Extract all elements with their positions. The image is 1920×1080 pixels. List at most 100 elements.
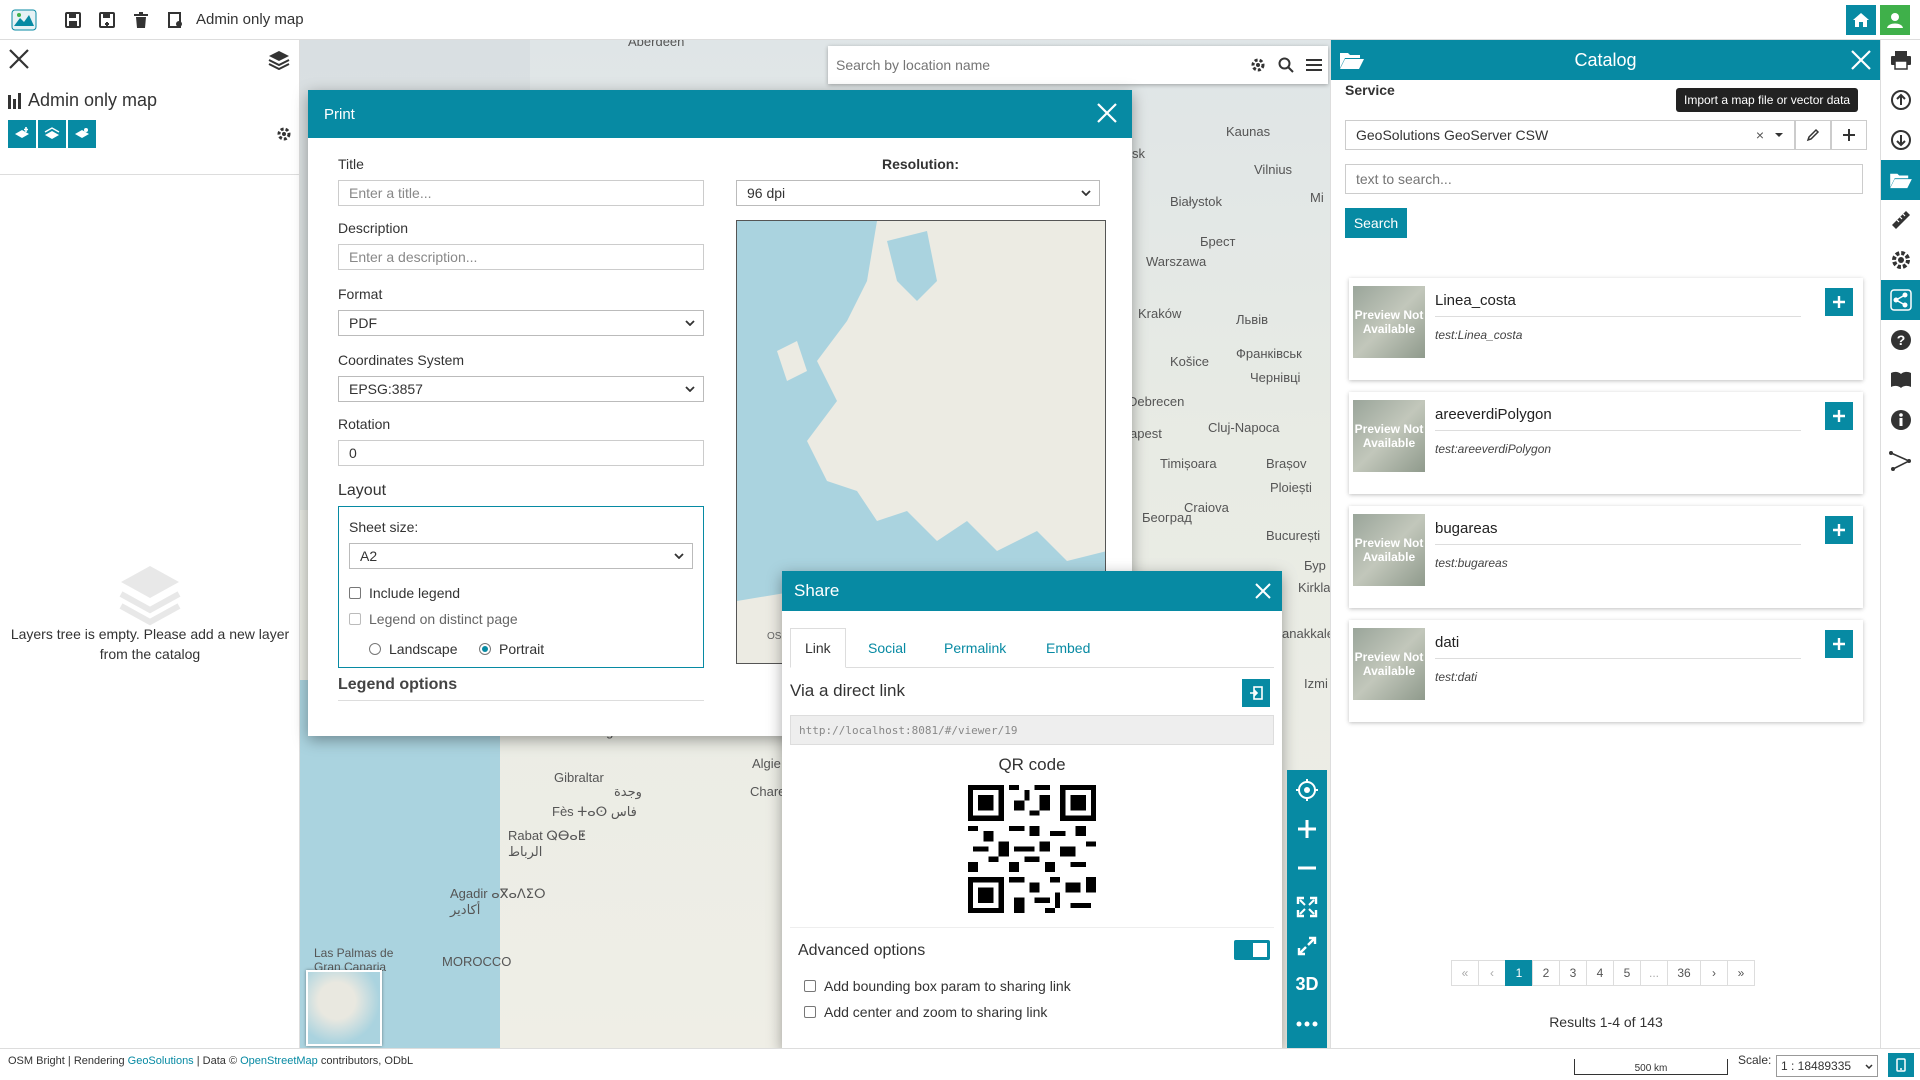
pagination-last[interactable]: » xyxy=(1727,960,1755,986)
pagination-next[interactable]: › xyxy=(1700,960,1728,986)
title-field[interactable]: Enter a title... xyxy=(338,180,704,206)
gear-icon[interactable] xyxy=(1250,57,1266,73)
settings-icon[interactable] xyxy=(1881,240,1920,280)
map-label: Izmi xyxy=(1304,676,1328,691)
add-layer-button[interactable] xyxy=(1825,516,1853,544)
tab-permalink[interactable]: Permalink xyxy=(930,628,1020,668)
include-legend-checkbox[interactable] xyxy=(349,587,361,599)
catalog-icon[interactable] xyxy=(1881,160,1920,200)
legend-distinct-checkbox[interactable] xyxy=(349,613,361,625)
pagination-page[interactable]: 4 xyxy=(1586,960,1614,986)
measure-icon[interactable] xyxy=(1881,200,1920,240)
clear-icon[interactable]: × xyxy=(1756,127,1764,143)
close-icon[interactable] xyxy=(1850,49,1872,71)
search-icon[interactable] xyxy=(1278,57,1294,73)
top-bar: Admin only map xyxy=(0,0,1920,40)
include-legend-label: Include legend xyxy=(369,585,461,601)
rotation-field[interactable]: 0 xyxy=(338,440,704,466)
more-icon[interactable] xyxy=(1287,1004,1327,1043)
description-field[interactable]: Enter a description... xyxy=(338,244,704,270)
pagination-page[interactable]: 1 xyxy=(1505,960,1533,986)
print-icon[interactable] xyxy=(1881,40,1920,80)
settings-icon[interactable] xyxy=(276,126,292,142)
pagination-page[interactable]: 2 xyxy=(1532,960,1560,986)
chevron-down-icon xyxy=(685,386,695,392)
scale-select[interactable]: 1 : 18489335 xyxy=(1776,1055,1878,1077)
zoom-out-icon[interactable] xyxy=(1287,848,1327,887)
add-layer-button[interactable] xyxy=(8,120,36,148)
pagination-page[interactable]: 5 xyxy=(1613,960,1641,986)
delete-map-icon[interactable] xyxy=(124,3,158,37)
results-count: Results 1-4 of 143 xyxy=(1549,1014,1663,1030)
fullscreen-icon[interactable] xyxy=(1287,926,1327,965)
save-icon[interactable] xyxy=(56,3,90,37)
add-group-button[interactable] xyxy=(38,120,66,148)
menu-icon[interactable] xyxy=(1306,58,1322,72)
include-legend-option[interactable]: Include legend xyxy=(349,585,460,601)
bbox-option[interactable]: Add bounding box param to sharing link xyxy=(804,978,1071,994)
locate-icon[interactable] xyxy=(1287,770,1327,809)
tab-social[interactable]: Social xyxy=(854,628,920,668)
add-layer-button[interactable] xyxy=(1825,630,1853,658)
tab-embed[interactable]: Embed xyxy=(1032,628,1104,668)
center-option[interactable]: Add center and zoom to sharing link xyxy=(804,1004,1047,1020)
service-select[interactable]: GeoSolutions GeoServer CSW × xyxy=(1345,120,1795,150)
search-button[interactable]: Search xyxy=(1345,208,1407,238)
portrait-radio[interactable] xyxy=(479,643,491,655)
copy-link-button[interactable] xyxy=(1242,679,1270,707)
advanced-toggle[interactable] xyxy=(1234,940,1270,960)
share-icon[interactable] xyxy=(1881,280,1920,320)
zoom-in-icon[interactable] xyxy=(1287,809,1327,848)
add-service-icon[interactable] xyxy=(1831,120,1867,150)
tab-link[interactable]: Link xyxy=(790,628,846,668)
annotation-icon[interactable] xyxy=(1881,440,1920,480)
map-label: apest xyxy=(1130,426,1162,441)
help-icon[interactable]: ? xyxy=(1881,320,1920,360)
add-background-button[interactable] xyxy=(68,120,96,148)
catalog-search-input[interactable] xyxy=(1345,164,1863,194)
osm-link[interactable]: OpenStreetMap xyxy=(240,1055,318,1067)
format-select[interactable]: PDF xyxy=(338,310,704,336)
info-icon[interactable] xyxy=(1881,400,1920,440)
save-as-icon[interactable] xyxy=(90,3,124,37)
landscape-radio[interactable] xyxy=(369,643,381,655)
close-icon[interactable] xyxy=(1096,102,1118,124)
pagination-first[interactable]: « xyxy=(1451,960,1479,986)
import-icon[interactable] xyxy=(1881,80,1920,120)
user-button[interactable] xyxy=(1880,5,1910,35)
map-details-icon[interactable] xyxy=(158,3,192,37)
geosolutions-link[interactable]: GeoSolutions xyxy=(128,1055,194,1067)
legend-options-label: Legend options xyxy=(338,676,458,693)
home-button[interactable] xyxy=(1846,5,1876,35)
crs-select[interactable]: EPSG:3857 xyxy=(338,376,704,402)
close-icon[interactable] xyxy=(1254,582,1272,600)
sheet-size-select[interactable]: A2 xyxy=(349,543,693,569)
overview-map[interactable] xyxy=(306,970,382,1046)
close-icon[interactable] xyxy=(8,48,30,70)
pagination-page[interactable]: 3 xyxy=(1559,960,1587,986)
bbox-checkbox[interactable] xyxy=(804,980,816,992)
share-dialog: Share Link Social Permalink Embed Via a … xyxy=(782,571,1282,1049)
add-layer-button[interactable] xyxy=(1825,288,1853,316)
search-input[interactable] xyxy=(836,57,1236,73)
format-value: PDF xyxy=(349,315,377,331)
mobile-icon[interactable] xyxy=(1888,1053,1914,1077)
edit-service-icon[interactable] xyxy=(1795,120,1831,150)
three-d-button[interactable]: 3D xyxy=(1287,965,1327,1004)
export-icon[interactable] xyxy=(1881,120,1920,160)
service-label: Service xyxy=(1345,82,1395,98)
copy-icon xyxy=(1250,686,1263,700)
add-layer-button[interactable] xyxy=(1825,402,1853,430)
legend-distinct-option[interactable]: Legend on distinct page xyxy=(349,611,518,627)
landscape-option[interactable]: Landscape xyxy=(369,641,458,657)
center-checkbox[interactable] xyxy=(804,1006,816,1018)
tutorial-icon[interactable] xyxy=(1881,360,1920,400)
max-extent-icon[interactable] xyxy=(1287,887,1327,926)
pagination-page[interactable]: 36 xyxy=(1667,960,1701,986)
empty-message: Layers tree is empty. Please add a new l… xyxy=(10,626,290,662)
resolution-select[interactable]: 96 dpi xyxy=(736,180,1100,206)
link-field[interactable]: http://localhost:8081/#/viewer/19 xyxy=(790,715,1274,745)
layout-label: Layout xyxy=(338,482,387,499)
pagination-prev[interactable]: ‹ xyxy=(1478,960,1506,986)
portrait-option[interactable]: Portrait xyxy=(479,641,544,657)
